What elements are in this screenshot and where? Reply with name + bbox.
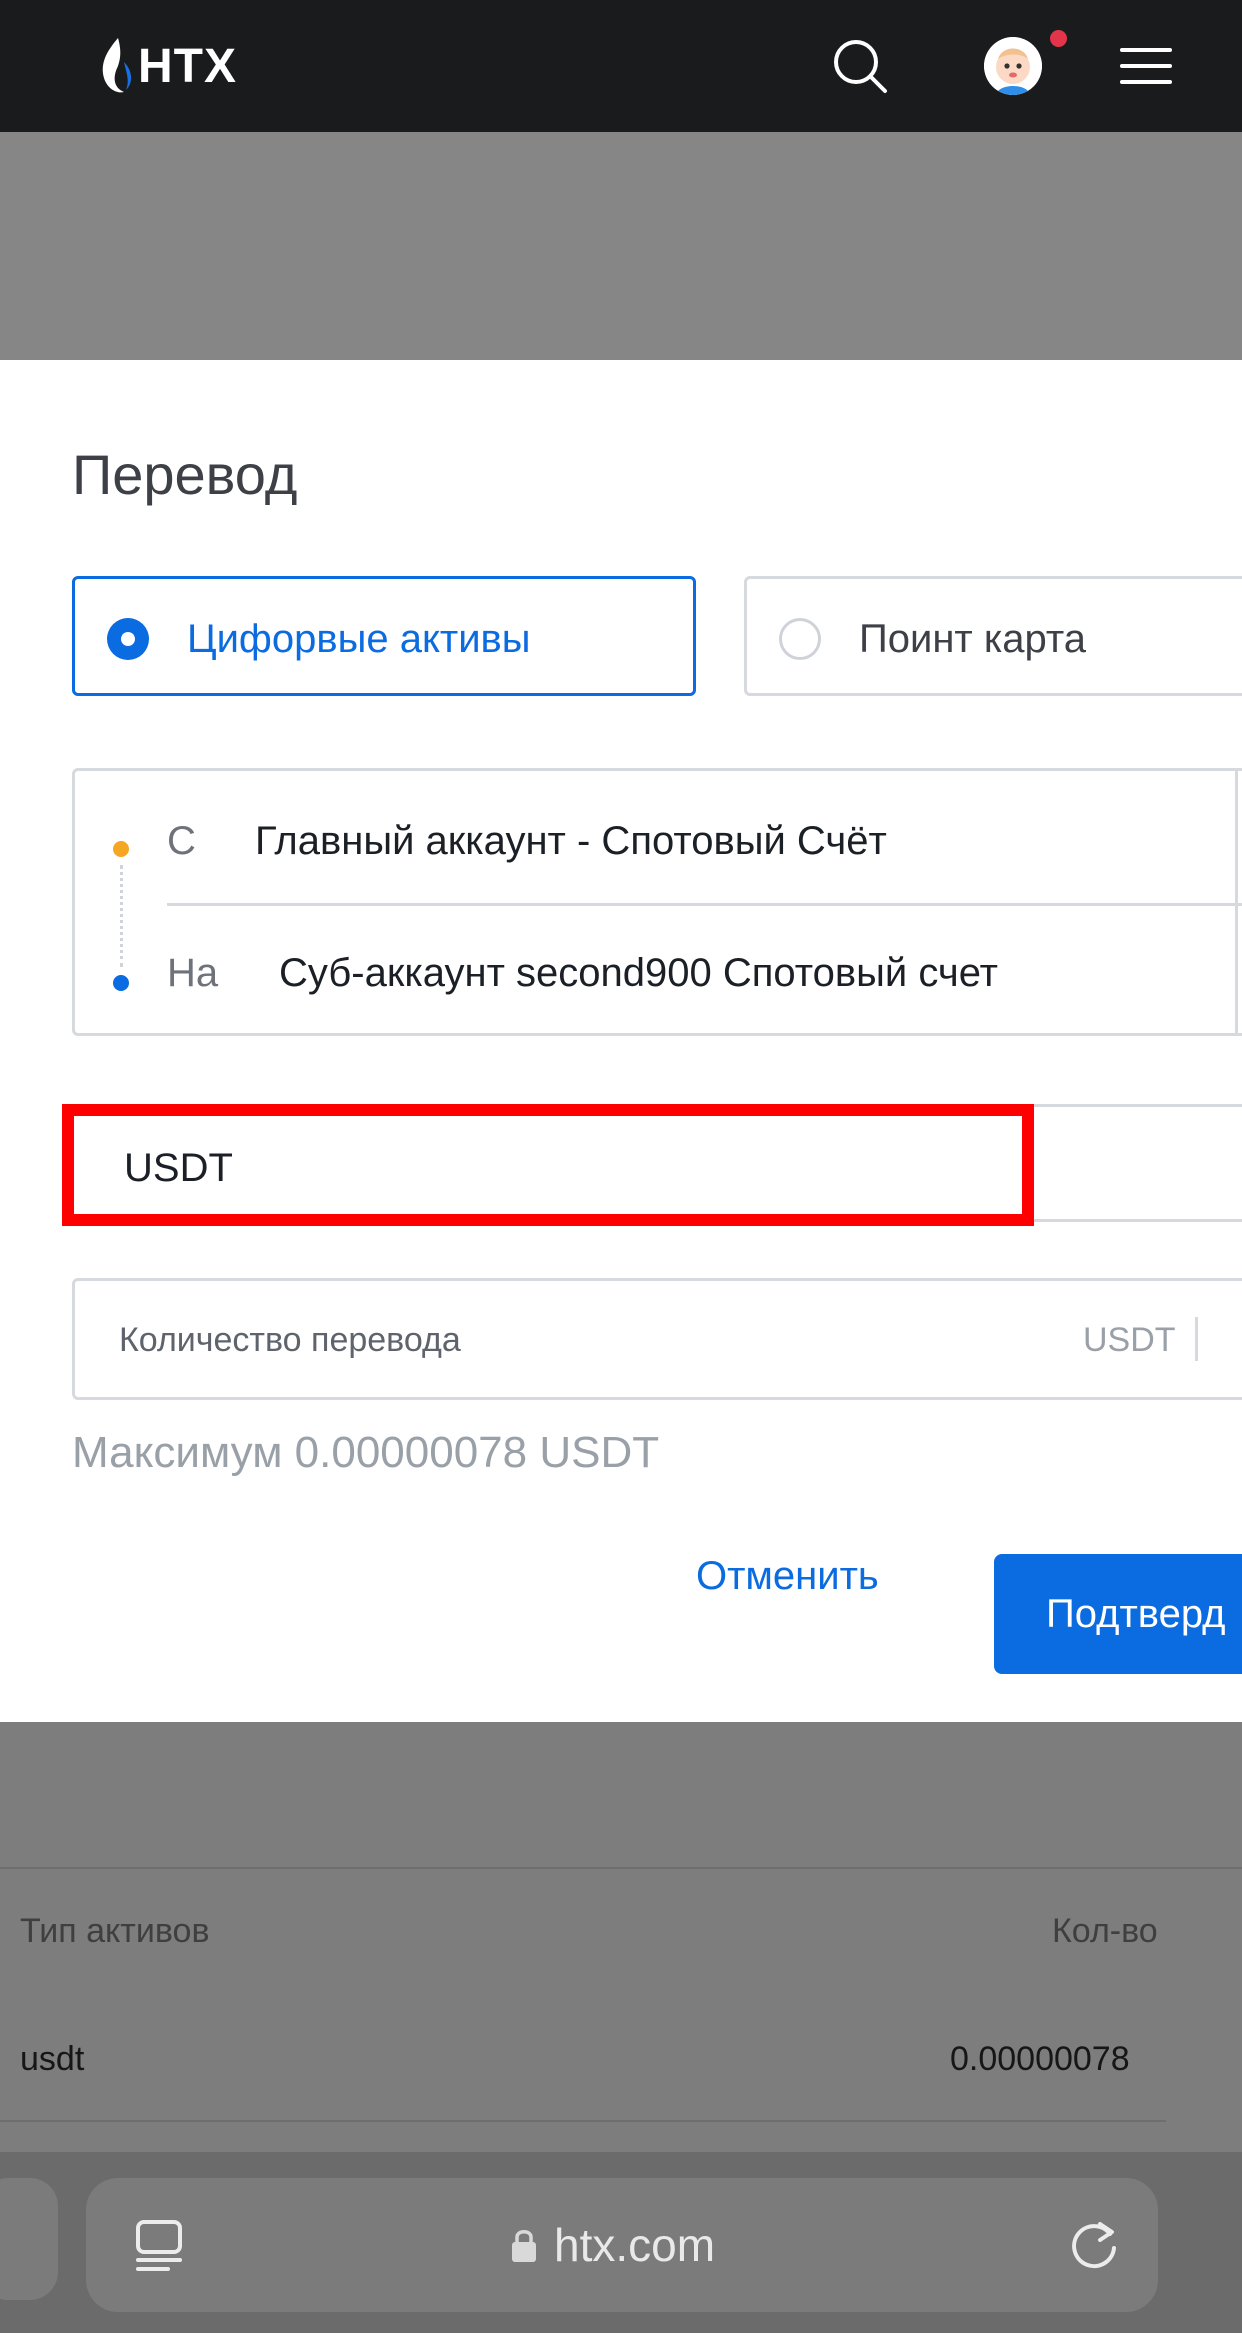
top-nav-bar: HTX — [0, 0, 1242, 132]
account-selector: С Главный аккаунт - Спотовый Счёт На Суб… — [72, 768, 1242, 1036]
max-amount-text: Максимум 0.00000078 USDT — [72, 1428, 660, 1477]
swap-column-divider — [1235, 771, 1238, 1033]
amount-input[interactable]: Количество перевода USDT — [72, 1278, 1242, 1400]
option-digital-assets-label: Цифорвые активы — [187, 617, 531, 661]
modal-title: Перевод — [72, 443, 298, 506]
account-divider — [167, 903, 1242, 906]
cancel-button[interactable]: Отменить — [696, 1554, 879, 1599]
reader-mode-icon[interactable] — [134, 2218, 184, 2272]
hamburger-menu-icon — [1120, 48, 1172, 84]
table-cell-quantity: 0.00000078 — [950, 2040, 1130, 2078]
to-dot-icon — [113, 975, 129, 991]
amount-separator — [1195, 1317, 1198, 1361]
radio-unselected-icon[interactable] — [779, 618, 821, 660]
confirm-button[interactable]: Подтверд — [994, 1554, 1242, 1674]
option-point-card[interactable]: Поинт карта — [744, 576, 1242, 696]
lock-icon — [512, 2230, 536, 2262]
from-label: С — [167, 819, 196, 863]
browser-toolbar: htx.com — [0, 2152, 1242, 2333]
transfer-modal: Перевод Цифорвые активы Поинт карта С Гл… — [0, 360, 1242, 1722]
from-account-select[interactable]: Главный аккаунт - Спотовый Счёт — [255, 819, 887, 864]
confirm-button-label: Подтверд — [1046, 1592, 1226, 1636]
address-bar[interactable]: htx.com — [86, 2178, 1158, 2312]
table-cell-asset-type: usdt — [20, 2040, 85, 2078]
avatar[interactable] — [984, 37, 1042, 95]
url-text: htx.com — [554, 2219, 716, 2271]
flame-icon — [102, 38, 132, 93]
previous-tab-stub[interactable] — [0, 2178, 58, 2300]
menu-button[interactable] — [1120, 42, 1172, 90]
htx-logo[interactable]: HTX — [96, 36, 237, 96]
option-point-card-label: Поинт карта — [859, 617, 1086, 661]
notification-dot — [1050, 30, 1067, 47]
table-top-divider — [0, 1867, 1242, 1869]
amount-placeholder: Количество перевода — [119, 1321, 461, 1359]
option-digital-assets[interactable]: Цифорвые активы — [72, 576, 696, 696]
reload-icon[interactable] — [1066, 2216, 1122, 2272]
coin-select-value: USDT — [124, 1146, 233, 1190]
radio-selected-icon[interactable] — [107, 618, 149, 660]
from-dot-icon — [113, 841, 129, 857]
assets-table: Тип активов Кол-во usdt 0.00000078 — [0, 1722, 1242, 2152]
column-header-quantity: Кол-во — [1052, 1912, 1158, 1950]
connector-dotted-line — [120, 865, 123, 967]
to-label: На — [167, 951, 219, 995]
table-row-divider — [0, 2120, 1166, 2122]
logo-text: HTX — [138, 39, 237, 93]
amount-unit: USDT — [1083, 1321, 1176, 1359]
column-header-asset-type: Тип активов — [20, 1912, 210, 1950]
avatar-face-icon — [984, 37, 1042, 95]
search-button[interactable] — [830, 36, 890, 96]
search-icon — [834, 40, 887, 93]
to-account-select[interactable]: Суб-аккаунт second900 Спотовый счет — [279, 951, 998, 996]
